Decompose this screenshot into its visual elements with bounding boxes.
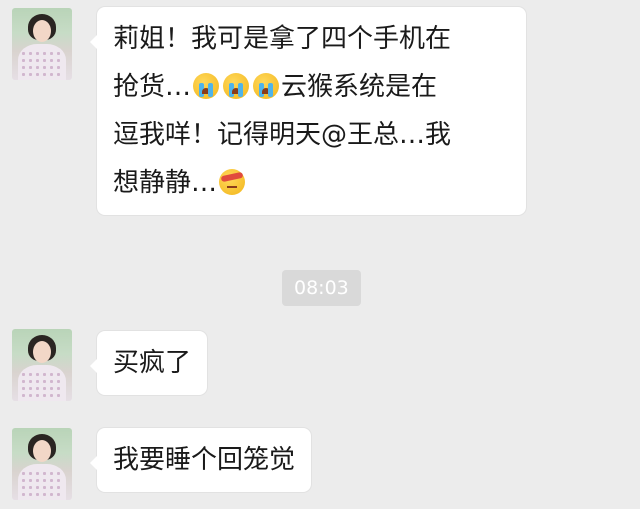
crying-face-icon (193, 73, 220, 99)
avatar[interactable] (12, 329, 72, 401)
avatar[interactable] (12, 428, 72, 500)
message-text: 云猴系统是在 (281, 72, 438, 102)
avatar[interactable] (12, 8, 72, 80)
message-text: 抢货… (113, 72, 192, 102)
message-text: 想静静… (113, 168, 218, 198)
timestamp: 08:03 (282, 270, 361, 306)
message-text: 逗我咩！记得明天@王总…我 (113, 120, 452, 150)
message-bubble[interactable]: 莉姐！我可是拿了四个手机在 抢货… 云猴系统是在 逗我咩！记得明天@王总…我 想静… (90, 7, 526, 215)
message-text: 莉姐！我可是拿了四个手机在 (113, 24, 452, 54)
crying-face-icon (223, 73, 250, 99)
message-text: 买疯了 (113, 348, 192, 378)
message-bubble[interactable]: 买疯了 (89, 331, 208, 395)
message-bubble[interactable]: 我要睡个回笼觉 (89, 428, 312, 492)
crying-face-icon (253, 73, 280, 99)
message-text: 我要睡个回笼觉 (113, 445, 296, 475)
headband-face-icon (219, 169, 246, 195)
